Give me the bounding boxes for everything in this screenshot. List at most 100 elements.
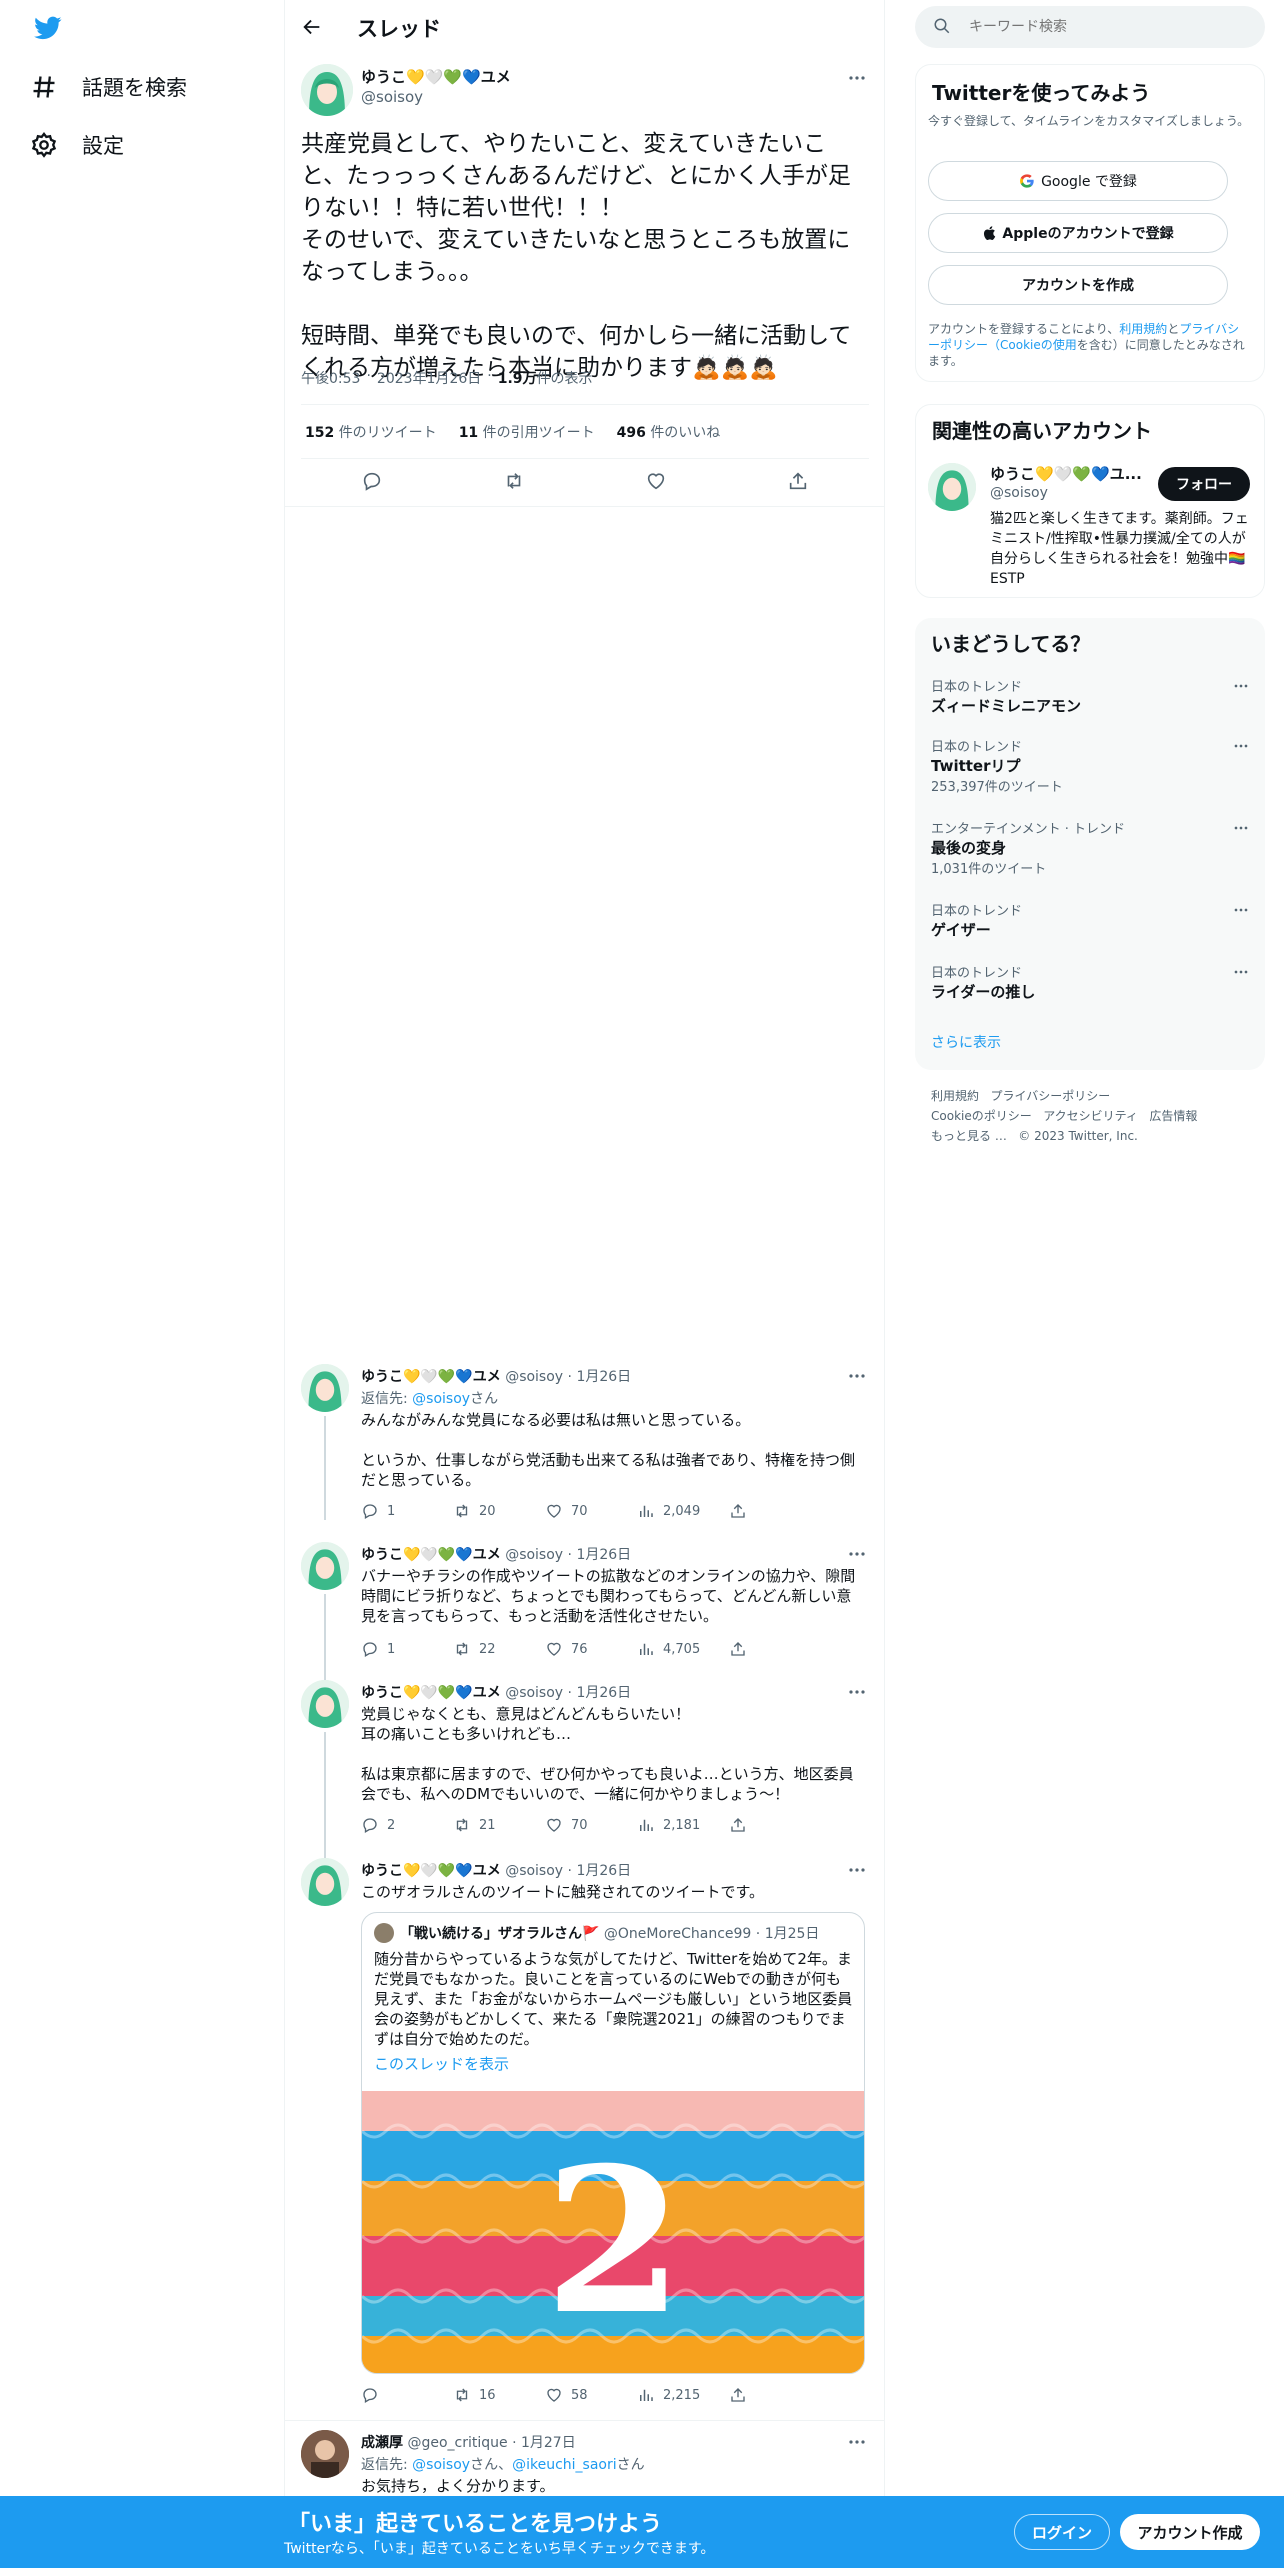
reply-date[interactable]: 1月26日 [576,1863,631,1879]
avatar[interactable] [301,1364,349,1412]
create-account-button[interactable]: アカウントを作成 [928,265,1228,305]
like-stat[interactable]: 496 件のいいね [617,422,721,442]
signup-button[interactable]: アカウント作成 [1120,2514,1260,2550]
like-icon[interactable]: 70 [545,1816,637,1834]
reply-date[interactable]: 1月27日 [521,2435,576,2451]
reply-icon[interactable] [361,2386,453,2404]
mention-link[interactable]: @soisoy [412,2457,470,2473]
footer-link[interactable]: Cookieのポリシー [931,1109,1032,1123]
twitter-bird-icon[interactable] [32,14,64,42]
search-input[interactable] [969,14,1249,40]
more-icon[interactable] [845,66,869,90]
reply-author-handle[interactable]: @soisoy [505,1685,563,1701]
quote-stat[interactable]: 11 件の引用ツイート [459,422,595,442]
like-icon[interactable]: 76 [545,1640,637,1658]
avatar[interactable] [301,2430,349,2478]
quote-tweet[interactable]: 「戦い続ける」ザオラルさん🚩 @OneMoreChance99 · 1月25日 … [361,1912,865,2374]
avatar[interactable] [301,1858,349,1906]
avatar[interactable] [301,1680,349,1728]
show-more-link[interactable]: さらに表示 [931,1032,1001,1052]
retweet-icon[interactable]: 20 [453,1502,545,1520]
related-handle[interactable]: @soisoy [990,485,1048,501]
reply-date[interactable]: 1月26日 [576,1685,631,1701]
google-signup-button[interactable]: Google で登録 [928,161,1228,201]
like-icon[interactable]: 58 [545,2386,637,2404]
trend-item[interactable]: 日本のトレンド ズィードミレニアモン [931,676,1251,716]
reply-author-handle[interactable]: @soisoy [505,1863,563,1879]
reply-author-name[interactable]: ゆうこ💛🤍💚💙ユメ [361,1369,501,1385]
apple-signup-button[interactable]: Appleのアカウントで登録 [928,213,1228,253]
reply-icon[interactable]: 2 [361,1816,453,1834]
reply-author-name[interactable]: 成瀬厚 [361,2435,403,2451]
mention-link[interactable]: @ikeuchi_saori [512,2457,617,2473]
footer-link[interactable]: プライバシーポリシー [990,1089,1110,1103]
share-icon[interactable] [787,470,809,492]
more-icon[interactable] [845,1858,869,1882]
more-icon[interactable] [845,1542,869,1566]
nav-item-explore[interactable]: 話題を検索 [30,72,187,102]
more-icon[interactable] [1231,818,1251,838]
footer-link[interactable]: アクセシビリティ [1043,1109,1138,1123]
reply-author-name[interactable]: ゆうこ💛🤍💚💙ユメ [361,1863,501,1879]
views-icon[interactable]: 2,049 [637,1502,729,1520]
reply-author-handle[interactable]: @soisoy [505,1547,563,1563]
retweet-icon[interactable]: 22 [453,1640,545,1658]
reply-date[interactable]: 1月26日 [576,1547,631,1563]
share-icon[interactable] [729,1640,821,1658]
trend-item[interactable]: 日本のトレンド ゲイザー [931,900,1251,940]
quote-date: 1月25日 [764,1926,820,1942]
author-handle[interactable]: @soisoy [361,88,423,106]
footer-link[interactable]: もっと見る … [931,1129,1007,1143]
trend-item[interactable]: 日本のトレンド Twitterリプ 253,397件のツイート [931,736,1251,795]
more-icon[interactable] [845,1680,869,1704]
reply-date[interactable]: 1月26日 [576,1369,631,1385]
more-icon[interactable] [845,2430,869,2454]
views-icon[interactable]: 2,215 [637,2386,729,2404]
reply-header: ゆうこ💛🤍💚💙ユメ @soisoy · 1月26日 [361,1685,632,1701]
footer-link[interactable]: 利用規約 [931,1089,979,1103]
nav-item-settings[interactable]: 設定 [30,130,124,160]
retweet-stat[interactable]: 152 件のリツイート [305,422,437,442]
views-icon[interactable]: 2,181 [637,1816,729,1834]
author-name[interactable]: ゆうこ💛🤍💚💙ユメ [361,66,511,87]
avatar[interactable] [301,1542,349,1590]
avatar[interactable] [301,64,353,116]
share-icon[interactable] [729,2386,821,2404]
reply-author-name[interactable]: ゆうこ💛🤍💚💙ユメ [361,1685,501,1701]
more-icon[interactable] [845,1364,869,1388]
terms-link[interactable]: 利用規約 [1119,322,1167,336]
reply-icon[interactable]: 1 [361,1502,453,1520]
like-icon[interactable]: 70 [545,1502,637,1520]
views-icon[interactable]: 4,705 [637,1640,729,1658]
avatar[interactable] [928,463,976,511]
avatar [374,1923,394,1943]
like-icon[interactable] [645,470,667,492]
trend-item[interactable]: 日本のトレンド ライダーの推し [931,962,1251,1002]
mention-link[interactable]: @soisoy [412,1391,470,1407]
more-icon[interactable] [1231,676,1251,696]
arrow-left-icon[interactable] [301,16,323,38]
reply-author-handle[interactable]: @geo_critique [407,2435,507,2451]
tweet-date[interactable]: 2023年1月26日 [377,368,481,388]
search-box[interactable] [915,6,1265,48]
footer-link[interactable]: 広告情報 [1149,1109,1197,1123]
follow-button[interactable]: フォロー [1158,467,1250,501]
more-icon[interactable] [1231,736,1251,756]
reply-author-name[interactable]: ゆうこ💛🤍💚💙ユメ [361,1547,501,1563]
retweet-icon[interactable]: 16 [453,2386,545,2404]
login-button[interactable]: ログイン [1014,2514,1110,2550]
tweet-time[interactable]: 午後0:53 [301,368,360,388]
reply-icon[interactable]: 1 [361,1640,453,1658]
reply-icon[interactable] [361,470,383,492]
related-name[interactable]: ゆうこ💛🤍💚💙ユ... [990,463,1146,484]
more-icon[interactable] [1231,900,1251,920]
share-icon[interactable] [729,1502,821,1520]
retweet-icon[interactable]: 21 [453,1816,545,1834]
show-thread-link[interactable]: このスレッドを表示 [374,2053,509,2074]
retweet-icon[interactable] [503,470,525,492]
trend-item[interactable]: エンターテインメント · トレンド 最後の変身 1,031件のツイート [931,818,1251,877]
share-icon[interactable] [729,1816,821,1834]
reply-author-handle[interactable]: @soisoy [505,1369,563,1385]
quote-image[interactable]: 2 [362,2091,864,2373]
more-icon[interactable] [1231,962,1251,982]
